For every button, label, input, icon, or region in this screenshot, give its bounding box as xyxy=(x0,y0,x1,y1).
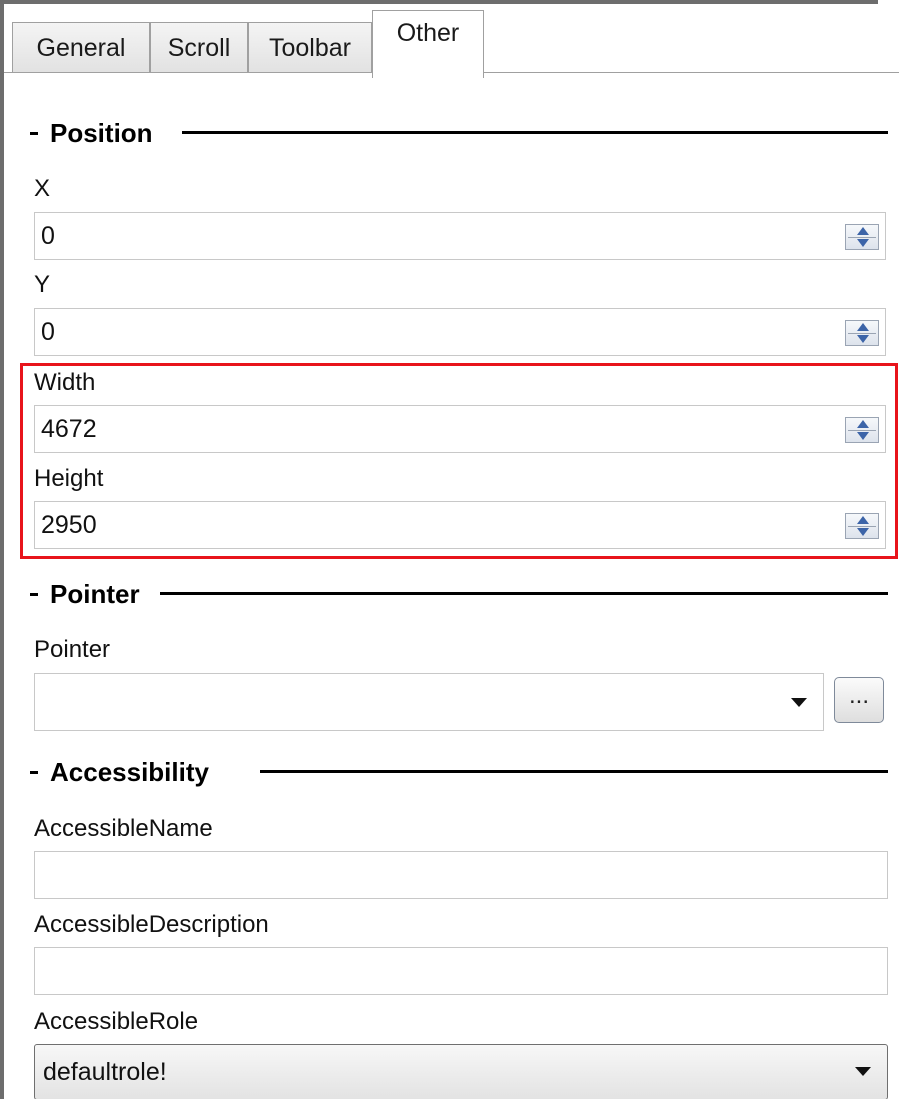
tab-bar: General Scroll Toolbar Other xyxy=(4,4,899,78)
spinner-divider xyxy=(848,333,876,334)
section-accessibility: Accessibility xyxy=(30,752,888,792)
width-spinner[interactable] xyxy=(845,417,879,443)
x-value: 0 xyxy=(41,222,55,250)
spinner-divider xyxy=(848,237,876,238)
section-pointer: Pointer xyxy=(30,574,888,614)
height-spinner[interactable] xyxy=(845,513,879,539)
height-value: 2950 xyxy=(41,511,97,539)
y-field[interactable]: 0 xyxy=(34,308,886,356)
spinner-down-icon[interactable] xyxy=(857,335,869,343)
spinner-divider xyxy=(848,430,876,431)
section-rule xyxy=(182,131,888,134)
pointer-dropdown[interactable] xyxy=(34,673,824,731)
accessible-role-value: defaultrole! xyxy=(43,1058,167,1086)
width-field[interactable]: 4672 xyxy=(34,405,886,453)
section-title: Accessibility xyxy=(50,752,217,792)
section-collapse-dash[interactable] xyxy=(30,132,38,135)
x-field[interactable]: 0 xyxy=(34,212,886,260)
spinner-down-icon[interactable] xyxy=(857,432,869,440)
height-field[interactable]: 2950 xyxy=(34,501,886,549)
accessible-name-label: AccessibleName xyxy=(34,815,213,842)
height-label: Height xyxy=(34,465,104,492)
spinner-up-icon[interactable] xyxy=(857,227,869,235)
spinner-down-icon[interactable] xyxy=(857,239,869,247)
chevron-down-icon[interactable] xyxy=(791,698,807,707)
pointer-label: Pointer xyxy=(34,636,111,663)
tab-toolbar[interactable]: Toolbar xyxy=(248,22,372,72)
panel-left-border xyxy=(0,0,4,1099)
section-collapse-dash[interactable] xyxy=(30,593,38,596)
accessible-name-field[interactable] xyxy=(34,851,888,899)
y-value: 0 xyxy=(41,318,55,346)
accessible-role-select[interactable]: defaultrole! xyxy=(34,1044,888,1099)
x-label: X xyxy=(34,175,51,202)
tab-scroll[interactable]: Scroll xyxy=(150,22,248,72)
chevron-down-icon[interactable] xyxy=(855,1067,871,1076)
properties-panel: General Scroll Toolbar Other Position X … xyxy=(0,0,899,1099)
section-title: Position xyxy=(50,113,161,153)
browse-button[interactable]: ... xyxy=(834,677,884,723)
section-rule xyxy=(160,592,888,595)
accessible-role-label: AccessibleRole xyxy=(34,1008,199,1035)
spinner-divider xyxy=(848,526,876,527)
spinner-up-icon[interactable] xyxy=(857,323,869,331)
y-label: Y xyxy=(34,271,51,298)
section-rule xyxy=(260,770,888,773)
tab-other[interactable]: Other xyxy=(372,10,484,78)
y-spinner[interactable] xyxy=(845,320,879,346)
accessible-description-label: AccessibleDescription xyxy=(34,911,269,938)
section-position: Position xyxy=(30,113,888,153)
tab-general[interactable]: General xyxy=(12,22,150,72)
spinner-up-icon[interactable] xyxy=(857,420,869,428)
width-label: Width xyxy=(34,369,96,396)
spinner-down-icon[interactable] xyxy=(857,528,869,536)
section-title: Pointer xyxy=(50,574,148,614)
section-collapse-dash[interactable] xyxy=(30,771,38,774)
width-value: 4672 xyxy=(41,415,97,443)
spinner-up-icon[interactable] xyxy=(857,516,869,524)
pointer-value xyxy=(35,688,41,716)
accessible-description-field[interactable] xyxy=(34,947,888,995)
x-spinner[interactable] xyxy=(845,224,879,250)
